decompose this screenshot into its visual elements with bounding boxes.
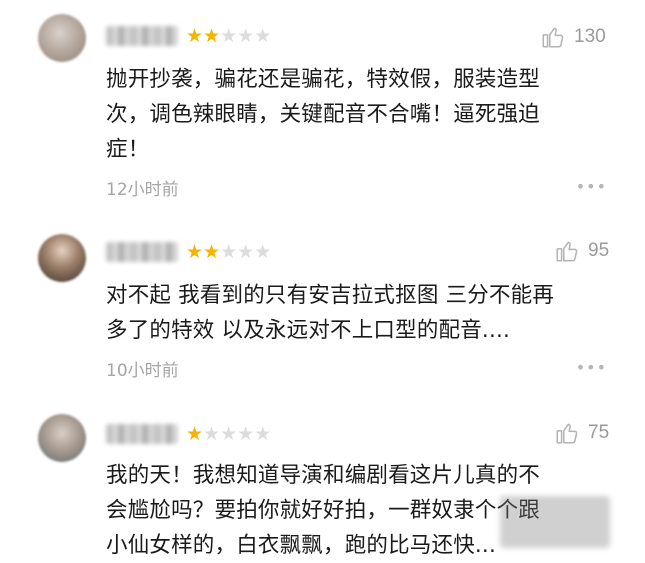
like-count: 130 xyxy=(574,26,606,47)
star-icon: ★ xyxy=(237,25,255,47)
rating-stars: ★★★★★ xyxy=(186,242,271,262)
avatar[interactable] xyxy=(38,234,86,282)
rating-stars: ★★★★★ xyxy=(186,26,271,46)
username-blurred[interactable] xyxy=(106,242,178,262)
username-blurred[interactable] xyxy=(106,424,178,444)
thumbs-up-icon xyxy=(542,27,564,48)
star-icon: ★ xyxy=(254,241,272,263)
comment-text: 抛开抄袭，骗花还是骗花，特效假，服装造型 次，调色辣眼睛，关键配音不合嘴！逼死强… xyxy=(106,62,626,167)
star-icon: ★ xyxy=(254,25,272,47)
timestamp: 10小时前 xyxy=(106,361,179,381)
star-icon: ★ xyxy=(237,423,255,445)
star-icon: ★ xyxy=(203,423,221,445)
comment-line: 对不起 我看到的只有安吉拉式抠图 三分不能再 xyxy=(106,283,555,308)
comment-line: 我的天！我想知道导演和编剧看这片儿真的不 xyxy=(106,463,541,488)
like-button[interactable]: 130 xyxy=(540,24,606,50)
comment-line: 次，调色辣眼睛，关键配音不合嘴！逼死强迫 xyxy=(106,102,541,127)
thumbs-up-icon xyxy=(556,241,578,262)
like-button[interactable]: 95 xyxy=(554,238,609,264)
watermark-blur xyxy=(500,496,610,548)
star-icon: ★ xyxy=(186,25,204,47)
star-icon: ★ xyxy=(220,423,238,445)
username-blurred[interactable] xyxy=(106,26,178,46)
more-icon[interactable]: ••• xyxy=(576,358,607,377)
star-icon: ★ xyxy=(220,25,238,47)
timestamp: 12小时前 xyxy=(106,180,179,200)
star-icon: ★ xyxy=(186,423,204,445)
star-icon: ★ xyxy=(203,241,221,263)
comment-text: 对不起 我看到的只有安吉拉式抠图 三分不能再 多了的特效 以及永远对不上口型的配… xyxy=(106,278,626,348)
comment-line: 多了的特效 以及永远对不上口型的配音.... xyxy=(106,318,511,343)
like-count: 95 xyxy=(588,240,610,261)
star-icon: ★ xyxy=(186,241,204,263)
star-icon: ★ xyxy=(254,423,272,445)
like-count: 75 xyxy=(588,422,610,443)
avatar[interactable] xyxy=(38,414,86,462)
rating-stars: ★★★★★ xyxy=(186,424,271,444)
more-icon[interactable]: ••• xyxy=(576,177,607,196)
star-icon: ★ xyxy=(203,25,221,47)
comment-line: 症！ xyxy=(106,137,150,162)
avatar[interactable] xyxy=(38,14,86,62)
star-icon: ★ xyxy=(220,241,238,263)
comment-line: 抛开抄袭，骗花还是骗花，特效假，服装造型 xyxy=(106,67,541,92)
star-icon: ★ xyxy=(237,241,255,263)
thumbs-up-icon xyxy=(556,423,578,444)
like-button[interactable]: 75 xyxy=(554,420,609,446)
